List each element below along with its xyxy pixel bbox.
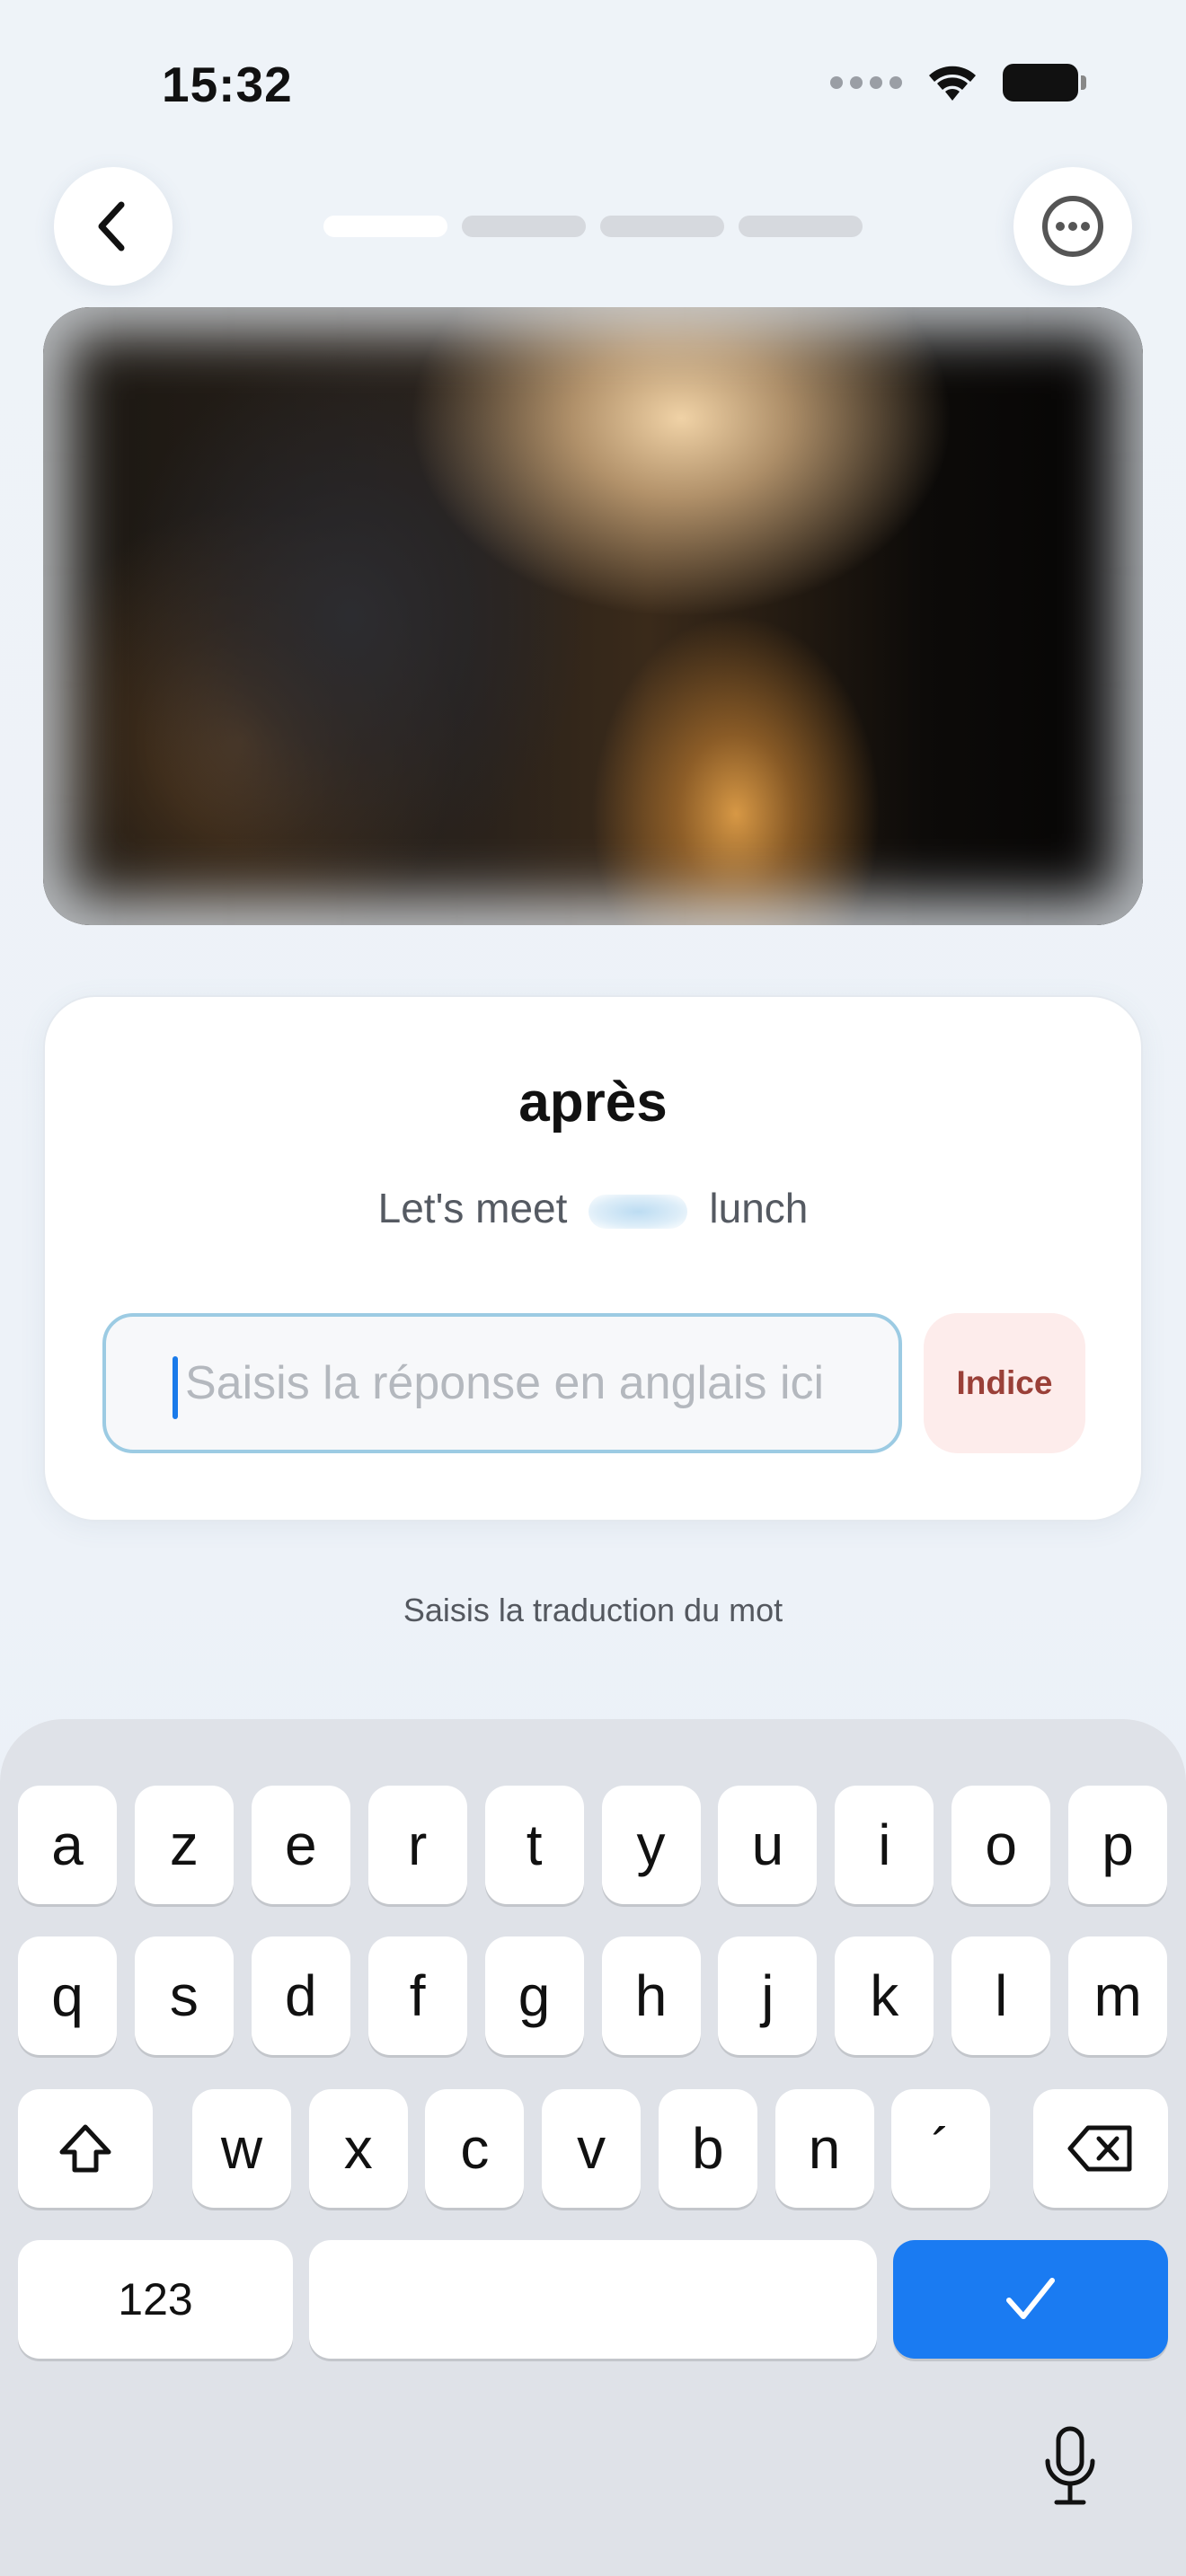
key-y[interactable]: y	[601, 1786, 701, 1904]
dictation-button[interactable]	[1042, 2425, 1098, 2512]
key-k[interactable]: k	[835, 1936, 934, 2055]
space-key[interactable]	[309, 2240, 877, 2359]
key-i[interactable]: i	[835, 1786, 934, 1904]
chevron-left-icon	[98, 201, 125, 251]
battery-icon	[1003, 64, 1086, 101]
key-d[interactable]: d	[251, 1936, 350, 2055]
shift-icon	[59, 2124, 111, 2173]
key-p[interactable]: p	[1068, 1786, 1168, 1904]
key-acute-accent[interactable]: ´	[891, 2089, 991, 2208]
ellipsis-circle-icon	[1042, 196, 1103, 257]
cellular-signal-icon	[830, 76, 902, 89]
key-q[interactable]: q	[18, 1936, 117, 2055]
wifi-icon	[929, 66, 976, 101]
example-sentence: Let's meet lunch	[45, 1184, 1141, 1232]
microphone-icon	[1045, 2426, 1095, 2505]
key-e[interactable]: e	[251, 1786, 350, 1904]
screen: 15:32 après Let's meet lunch Saisis la r…	[0, 0, 1186, 2576]
key-h[interactable]: h	[601, 1936, 701, 2055]
status-time: 15:32	[162, 57, 293, 112]
key-a[interactable]: a	[18, 1786, 117, 1904]
key-o[interactable]: o	[951, 1786, 1051, 1904]
hint-button[interactable]: Indice	[924, 1313, 1085, 1453]
instruction-text: Saisis la traduction du mot	[403, 1592, 783, 1628]
key-r[interactable]: r	[367, 1786, 467, 1904]
key-v[interactable]: v	[542, 2089, 642, 2208]
delete-backward-icon	[1067, 2125, 1132, 2172]
blurred-hint-image	[43, 307, 1143, 925]
key-x[interactable]: x	[308, 2089, 408, 2208]
key-w[interactable]: w	[192, 2089, 291, 2208]
key-g[interactable]: g	[484, 1936, 584, 2055]
progress-step	[600, 216, 724, 237]
checkmark-icon	[1006, 2278, 1055, 2319]
answer-input[interactable]	[173, 1356, 898, 1410]
progress-step	[323, 216, 447, 237]
key-n[interactable]: n	[774, 2089, 874, 2208]
text-caret	[173, 1356, 178, 1419]
key-j[interactable]: j	[718, 1936, 818, 2055]
sentence-before: Let's meet	[377, 1185, 568, 1231]
numbers-key[interactable]: 123	[18, 2240, 293, 2359]
progress-step	[739, 216, 863, 237]
exercise-card: après Let's meet lunch Indice	[43, 995, 1143, 1522]
source-word: après	[518, 1072, 668, 1134]
key-z[interactable]: z	[134, 1786, 234, 1904]
submit-key[interactable]	[893, 2240, 1168, 2359]
back-button[interactable]	[54, 167, 173, 286]
lesson-progress	[323, 216, 863, 237]
sentence-after: lunch	[709, 1185, 809, 1231]
key-t[interactable]: t	[484, 1786, 584, 1904]
blurred-answer	[589, 1194, 688, 1229]
status-icons	[830, 63, 1086, 102]
key-b[interactable]: b	[658, 2089, 757, 2208]
key-s[interactable]: s	[134, 1936, 234, 2055]
more-options-button[interactable]	[1013, 167, 1132, 286]
key-f[interactable]: f	[367, 1936, 467, 2055]
shift-key[interactable]	[18, 2089, 153, 2208]
key-m[interactable]: m	[1068, 1936, 1168, 2055]
answer-field[interactable]	[102, 1313, 902, 1453]
delete-key[interactable]	[1033, 2089, 1168, 2208]
key-l[interactable]: l	[951, 1936, 1051, 2055]
progress-step	[462, 216, 586, 237]
key-u[interactable]: u	[718, 1786, 818, 1904]
key-c[interactable]: c	[425, 2089, 525, 2208]
